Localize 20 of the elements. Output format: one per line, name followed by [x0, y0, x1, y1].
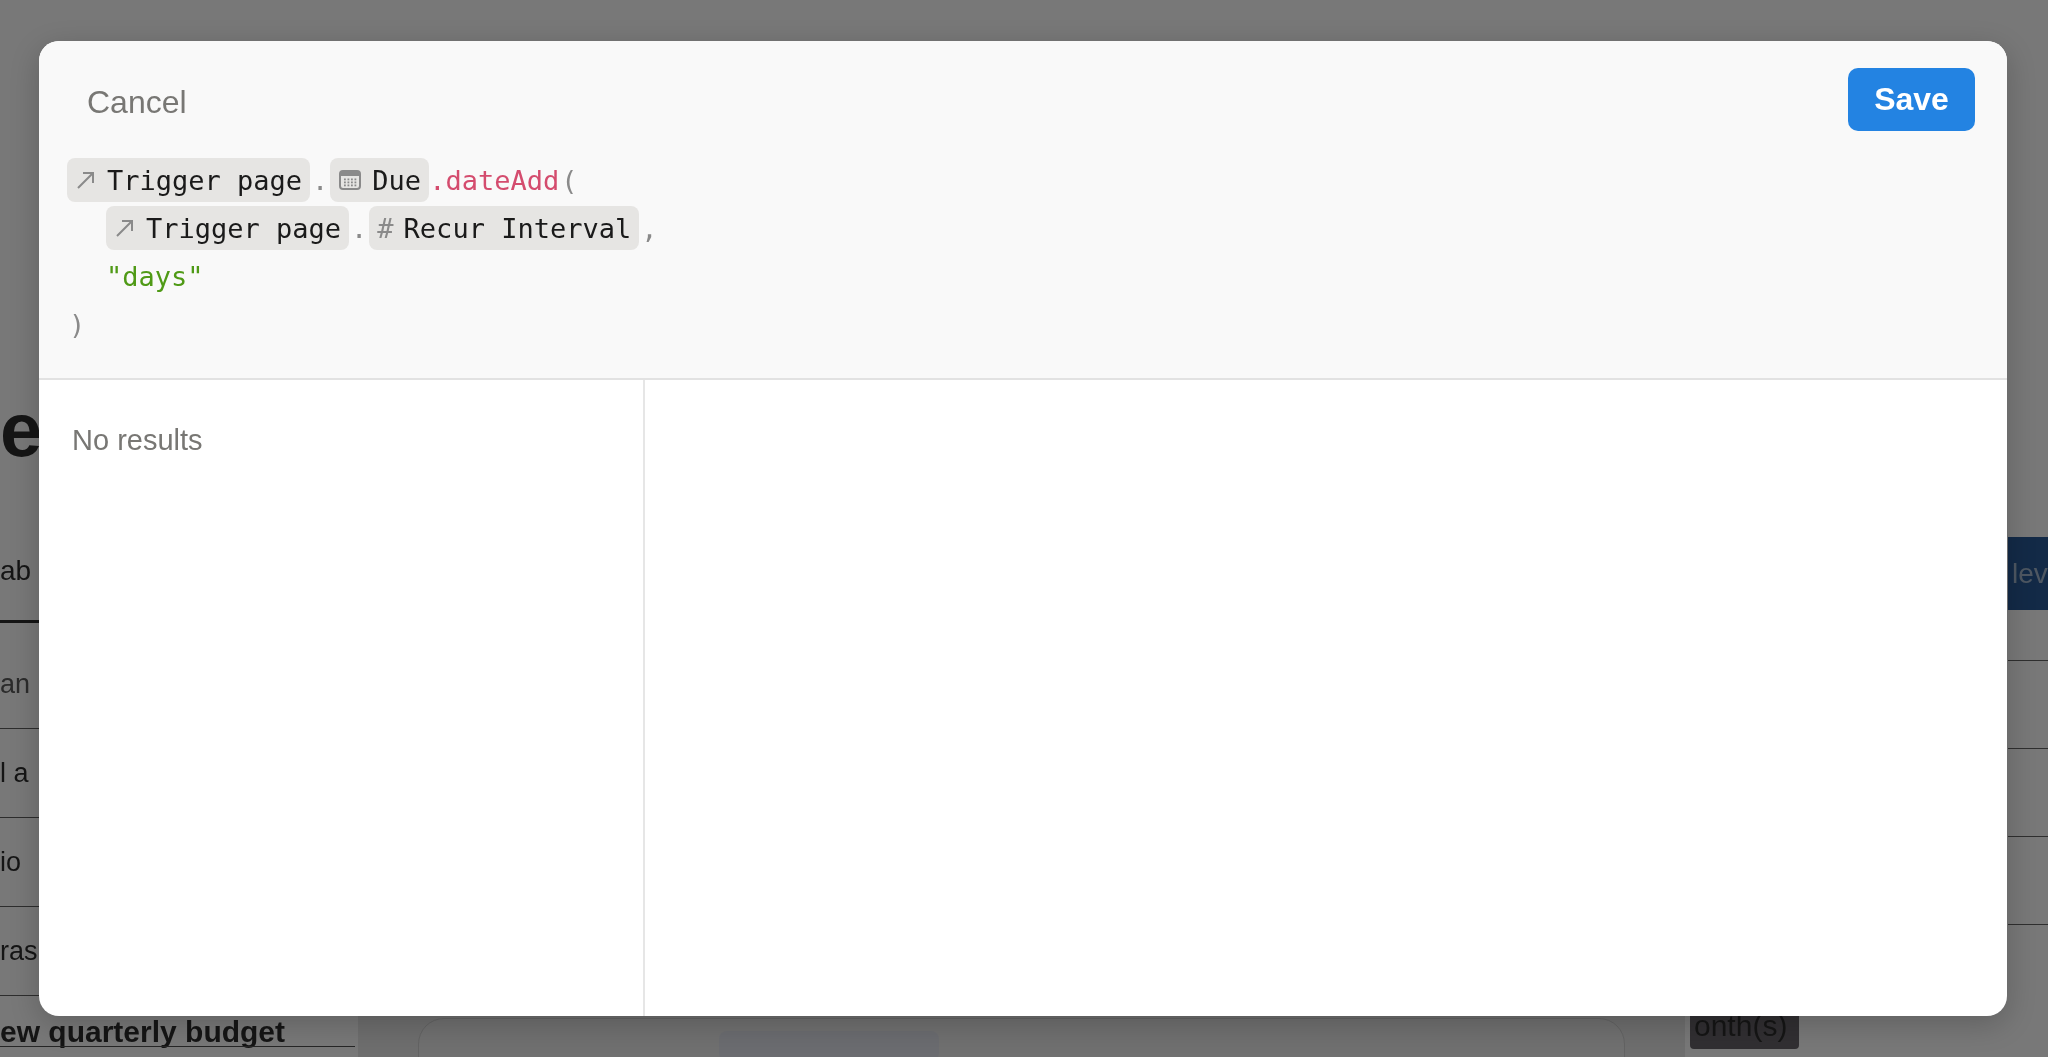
- property-chip[interactable]: Trigger page: [106, 206, 350, 250]
- table-cell: ew quarterly budget: [0, 1017, 286, 1047]
- code-punctuation: .: [311, 164, 330, 196]
- property-chip[interactable]: Due: [330, 158, 430, 202]
- page-heading: e: [0, 392, 43, 468]
- code-punctuation: (: [560, 164, 579, 196]
- property-chip[interactable]: Trigger page: [67, 158, 311, 202]
- empty-message: No results: [72, 424, 203, 456]
- arrow-icon: [75, 169, 97, 191]
- code-punctuation: ,: [640, 212, 659, 244]
- code-punctuation: ): [68, 308, 87, 340]
- view-tab[interactable]: ab: [0, 555, 32, 587]
- arrow-icon: [114, 217, 136, 239]
- cancel-button[interactable]: Cancel: [87, 84, 187, 121]
- code-punctuation: .: [350, 212, 369, 244]
- save-button[interactable]: Save: [1848, 68, 1975, 131]
- function-name: .dateAdd: [429, 164, 560, 196]
- string-literal: "days": [106, 260, 204, 292]
- property-chip[interactable]: # Recur Interval: [369, 206, 640, 250]
- calendar-icon: [338, 168, 363, 192]
